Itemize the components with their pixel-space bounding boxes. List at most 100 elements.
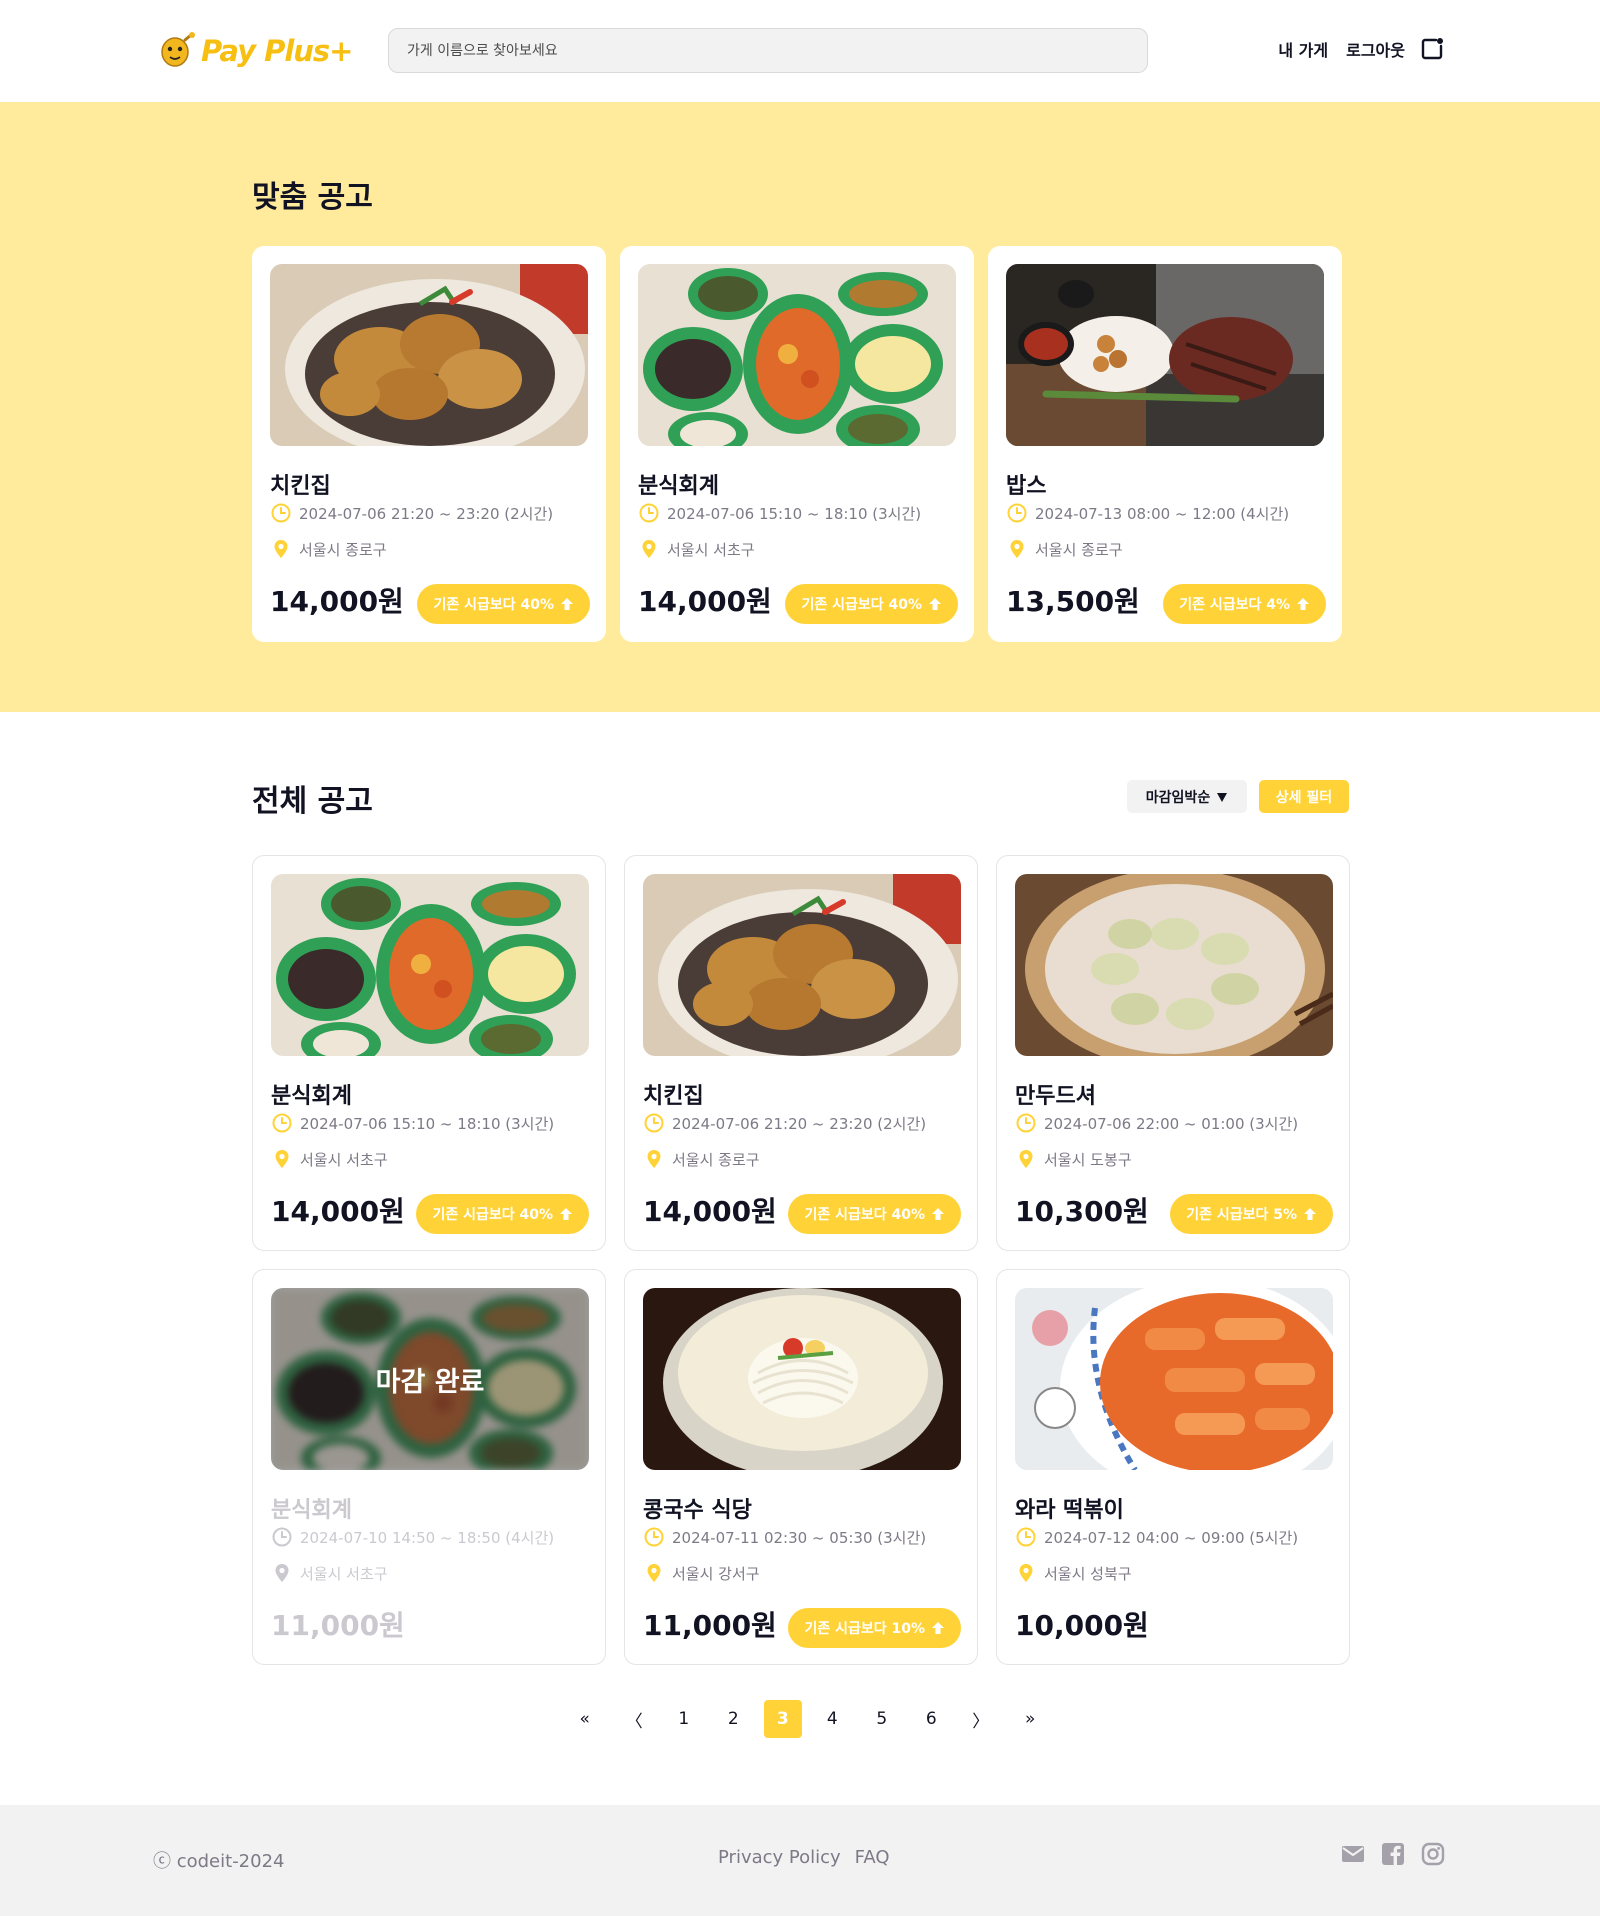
listing-location: 서울시 도봉구 [1015,1148,1132,1170]
listing-image [271,874,589,1056]
listing-time: 2024-07-11 02:30 ~ 05:30 (3시간) [643,1526,926,1548]
arrow-up-icon [1297,598,1309,610]
listing-card[interactable]: 치킨집 2024-07-06 21:20 ~ 23:20 (2시간) 서울시 종… [624,855,978,1251]
listing-price: 10,300원 [1015,1195,1149,1228]
privacy-policy-link[interactable]: Privacy Policy [718,1847,841,1868]
page-first-button[interactable]: « [560,1700,610,1738]
listing-image [643,874,961,1056]
listing-card[interactable]: 콩국수 식당 2024-07-11 02:30 ~ 05:30 (3시간) 서울… [624,1269,978,1665]
featured-title: 맞춤 공고 [252,180,373,215]
all-listings-title: 전체 공고 [252,784,373,819]
listing-image [1006,264,1324,446]
listing-time-text: 2024-07-12 04:00 ~ 09:00 (5시간) [1044,1528,1299,1547]
detail-filter-button[interactable]: 상세 필터 [1259,780,1349,813]
logo[interactable]: Pay Plus+ [155,30,353,72]
location-pin-icon [647,1150,661,1168]
badge-text: 기존 시급보다 5% [1186,1207,1297,1223]
arrow-up-icon [1304,1208,1316,1220]
page-number-3[interactable]: 3 [763,1700,802,1738]
listing-image: 마감 완료 [271,1288,589,1470]
listing-location: 서울시 종로구 [643,1148,760,1170]
listing-card[interactable]: 만두드셔 2024-07-06 22:00 ~ 01:00 (3시간) 서울시 … [996,855,1350,1251]
wage-increase-badge: 기존 시급보다 40% [416,1194,589,1234]
listing-location-text: 서울시 도봉구 [1044,1150,1132,1169]
page-numbers: 123456 [659,1700,956,1738]
page-number-5[interactable]: 5 [857,1700,907,1738]
listing-location: 서울시 서초구 [271,1562,388,1584]
listing-card[interactable]: 분식회계 2024-07-06 15:10 ~ 18:10 (3시간) 서울시 … [620,246,974,642]
wage-increase-badge: 기존 시급보다 40% [785,584,958,624]
page-number-1[interactable]: 1 [659,1700,709,1738]
featured-grid: 치킨집 2024-07-06 21:20 ~ 23:20 (2시간) 서울시 종… [252,246,1342,642]
badge-text: 기존 시급보다 40% [801,597,922,613]
listing-name: 치킨집 [270,474,331,499]
pagination: « 〈 123456 〉 » [560,1700,1055,1738]
sort-dropdown[interactable]: 마감임박순 [1127,780,1247,813]
logout-label: 로그아웃 [1346,41,1405,60]
clock-icon [1016,1113,1036,1133]
page-prev-button[interactable]: 〈 [610,1700,660,1738]
page-last-button[interactable]: » [1006,1700,1056,1738]
header: Pay Plus+ 내 가게 로그아웃 [0,0,1600,102]
listing-card[interactable]: 분식회계 2024-07-06 15:10 ~ 18:10 (3시간) 서울시 … [252,855,606,1251]
clock-icon [1016,1527,1036,1547]
listing-card[interactable]: 치킨집 2024-07-06 21:20 ~ 23:20 (2시간) 서울시 종… [252,246,606,642]
listing-card[interactable]: 마감 완료 분식회계 2024-07-10 14:50 ~ 18:50 (4시간… [252,1269,606,1665]
my-store-link[interactable]: 내 가게 [1278,37,1328,61]
arrow-up-icon [560,1208,572,1220]
listing-image [638,264,956,446]
listing-name: 와라 떡볶이 [1015,1498,1124,1523]
listing-time: 2024-07-06 21:20 ~ 23:20 (2시간) [643,1112,926,1134]
listing-image [1015,874,1333,1056]
listing-card[interactable]: 밥스 2024-07-13 08:00 ~ 12:00 (4시간) 서울시 종로… [988,246,1342,642]
listing-time-text: 2024-07-06 21:20 ~ 23:20 (2시간) [672,1114,927,1133]
listing-time: 2024-07-06 15:10 ~ 18:10 (3시간) [638,502,921,524]
listing-image [643,1288,961,1470]
listing-price: 14,000원 [638,585,772,618]
logo-text: Pay Plus+ [201,34,353,68]
clock-icon [1007,503,1027,523]
page-next-button[interactable]: 〉 [956,1700,1006,1738]
wage-increase-badge: 기존 시급보다 40% [417,584,590,624]
instagram-icon[interactable] [1420,1841,1446,1867]
facebook-icon[interactable] [1380,1841,1406,1867]
listing-location-text: 서울시 성북구 [1044,1564,1132,1583]
arrow-up-icon [561,598,573,610]
listing-location-text: 서울시 강서구 [672,1564,760,1583]
listing-time-text: 2024-07-06 15:10 ~ 18:10 (3시간) [667,504,922,523]
clock-icon [272,1527,292,1547]
listing-price: 10,000원 [1015,1609,1149,1642]
mail-icon[interactable] [1340,1841,1366,1867]
page-number-4[interactable]: 4 [808,1700,858,1738]
logout-button[interactable]: 로그아웃 [1346,36,1445,62]
location-pin-icon [1010,540,1024,558]
listing-time-text: 2024-07-06 21:20 ~ 23:20 (2시간) [299,504,554,523]
faq-link[interactable]: FAQ [855,1847,890,1868]
arrow-up-icon [932,1208,944,1220]
page-number-6[interactable]: 6 [907,1700,957,1738]
listing-location: 서울시 종로구 [1006,538,1123,560]
listing-image [1015,1288,1333,1470]
location-pin-icon [642,540,656,558]
wage-increase-badge: 기존 시급보다 4% [1163,584,1326,624]
listing-time: 2024-07-10 14:50 ~ 18:50 (4시간) [271,1526,554,1548]
listing-name: 분식회계 [638,474,719,499]
listing-price: 11,000원 [271,1609,405,1642]
listing-name: 분식회계 [271,1498,352,1523]
listing-location-text: 서울시 서초구 [300,1564,388,1583]
logo-mascot-icon [161,32,195,67]
listing-card[interactable]: 와라 떡볶이 2024-07-12 04:00 ~ 09:00 (5시간) 서울… [996,1269,1350,1665]
footer-links: Privacy Policy FAQ [718,1847,890,1868]
listing-location: 서울시 성북구 [1015,1562,1132,1584]
clock-icon [644,1113,664,1133]
listing-price: 14,000원 [270,585,404,618]
location-pin-icon [1019,1150,1033,1168]
listing-name: 치킨집 [643,1084,704,1109]
listing-time-text: 2024-07-10 14:50 ~ 18:50 (4시간) [300,1528,555,1547]
caret-down-icon [1217,792,1228,802]
clock-icon [271,503,291,523]
search-input[interactable] [388,28,1148,73]
page-number-2[interactable]: 2 [709,1700,759,1738]
footer: ⓒ codeit-2024 Privacy Policy FAQ [0,1805,1600,1916]
location-pin-icon [275,1564,289,1582]
